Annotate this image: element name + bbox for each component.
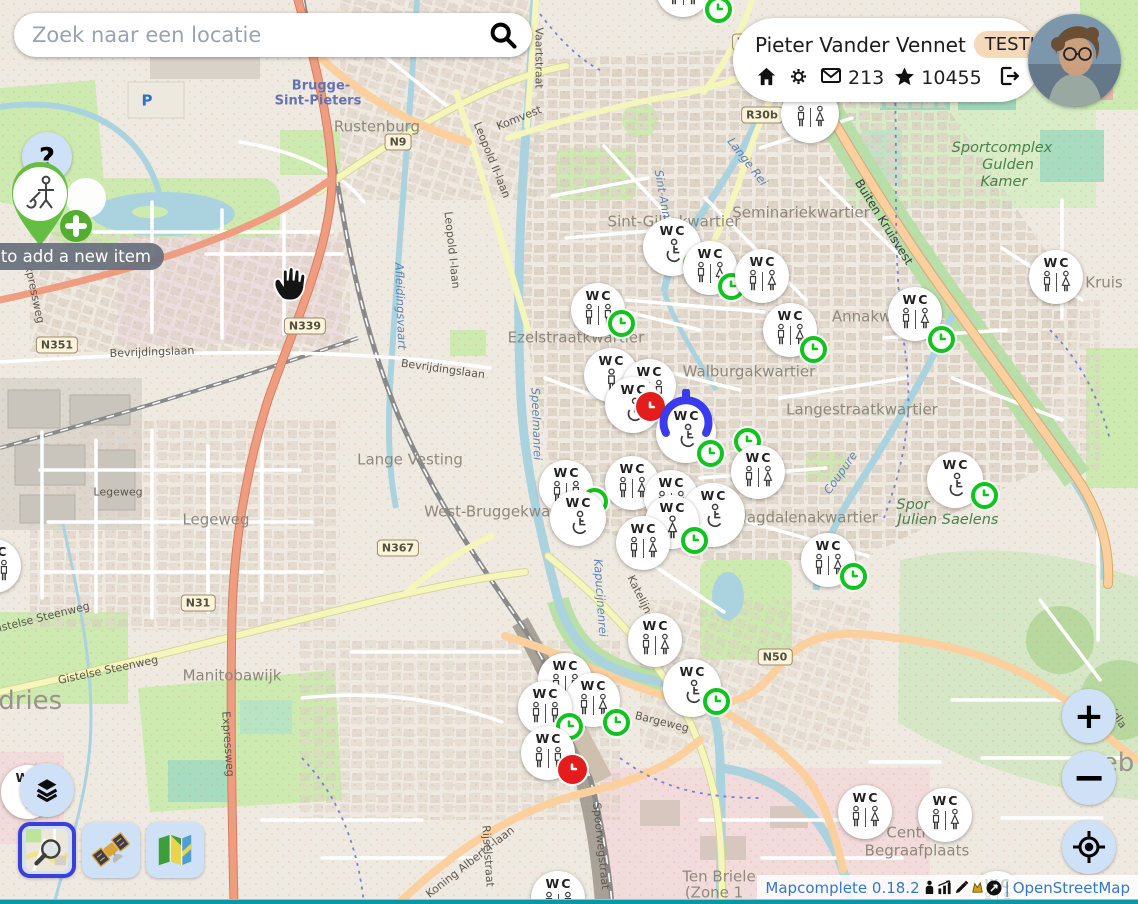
- mapcomplete-version-link[interactable]: Mapcomplete 0.18.2: [765, 879, 919, 897]
- wc-label: WC: [534, 731, 563, 746]
- folded-map-icon: [154, 829, 196, 871]
- home-icon[interactable]: [755, 65, 778, 92]
- search-input[interactable]: [14, 23, 488, 47]
- wc-label: WC: [531, 686, 560, 701]
- opening-hours-open-badge: [681, 527, 708, 554]
- toilet-map-pin[interactable]: WC: [550, 490, 606, 546]
- background-option-satellite[interactable]: [82, 822, 140, 878]
- toilet-map-pin[interactable]: WC: [735, 249, 789, 303]
- zoom-out-button[interactable]: −: [1062, 751, 1116, 805]
- wc-label: WC: [564, 495, 593, 510]
- user-name[interactable]: Pieter Vander Vennet: [755, 33, 966, 57]
- wc-label: WC: [584, 288, 613, 303]
- wc-label: WC: [748, 254, 777, 269]
- zoom-in-button[interactable]: +: [1062, 689, 1116, 743]
- wc-label: WC: [618, 461, 647, 476]
- background-layer-chooser: [18, 822, 204, 878]
- satellite-icon: [90, 829, 132, 871]
- opening-hours-open-badge: [608, 310, 635, 337]
- wc-label: WC: [941, 457, 970, 472]
- openstreetmap-link[interactable]: OpenStreetMap: [1013, 879, 1130, 897]
- toilet-map-pin[interactable]: WC: [656, 0, 710, 17]
- wc-label: WC: [544, 876, 573, 891]
- toilet-map-pin[interactable]: WC: [616, 516, 670, 570]
- wc-label: WC: [597, 353, 626, 368]
- wc-label: WC: [1042, 255, 1071, 270]
- wc-label: WC: [696, 246, 725, 261]
- opening-hours-open-badge: [840, 563, 867, 590]
- wc-label: WC: [658, 500, 687, 515]
- search-icon[interactable]: [488, 20, 518, 50]
- opening-hours-closed-badge: [558, 755, 587, 784]
- toilet-map-pin[interactable]: WC: [918, 788, 972, 842]
- changeset-star-icon[interactable]: [893, 65, 916, 92]
- background-option-map[interactable]: [146, 822, 204, 878]
- background-option-osm[interactable]: [18, 822, 76, 878]
- toilet-map-pin[interactable]: WC: [0, 539, 21, 593]
- selected-pin-arc: [656, 389, 716, 445]
- messages-envelope-icon[interactable]: [819, 64, 843, 92]
- opening-hours-open-badge: [705, 0, 732, 23]
- zoom-out-label: −: [1072, 755, 1106, 801]
- geolocate-crosshair-icon: [1071, 829, 1107, 865]
- wc-label: WC: [901, 292, 930, 307]
- wc-label: WC: [931, 793, 960, 808]
- wc-label: WC: [579, 678, 608, 693]
- wc-label: WC: [699, 488, 728, 503]
- toilet-map-pin[interactable]: WC: [731, 445, 785, 499]
- wc-label: WC: [552, 465, 581, 480]
- wc-label: WC: [851, 790, 880, 805]
- logout-icon[interactable]: [997, 64, 1021, 92]
- toilet-map-pin[interactable]: WC: [1029, 250, 1083, 304]
- wc-label: WC: [776, 308, 805, 323]
- contributor-icon: [923, 880, 936, 895]
- attribution-separator: |: [1005, 879, 1010, 897]
- message-count: 213: [848, 67, 884, 89]
- geolocate-button[interactable]: [1062, 820, 1116, 874]
- user-avatar[interactable]: [1028, 14, 1121, 107]
- toilet-map-pin[interactable]: WC: [628, 613, 682, 667]
- map-markers-layer: WC WC WC WC WC WC WC WC WC WC WC WC WC WC WC WC WC WC WC WC…: [0, 0, 1138, 904]
- opening-hours-open-badge: [800, 336, 827, 363]
- location-search-bar[interactable]: [14, 13, 532, 57]
- osm-map-icon: [26, 829, 68, 871]
- wc-label: WC: [678, 664, 707, 679]
- zoom-in-label: +: [1074, 696, 1104, 737]
- statistics-icon: [937, 880, 953, 895]
- mapcomplete-app: N9N339N351N367N31N376R30bN50Brugge-Sint-…: [0, 0, 1138, 904]
- user-panel: Pieter Vander Vennet TESTING 213 10455: [733, 18, 1041, 102]
- wc-label: WC: [629, 521, 658, 536]
- pencil-icon: [954, 880, 969, 895]
- add-item-tooltip: re to add a new item: [0, 243, 164, 270]
- wc-label: WC: [0, 544, 8, 559]
- toilet-map-pin[interactable]: WC: [838, 785, 892, 839]
- opening-hours-open-badge: [971, 482, 998, 509]
- changeset-count: 10455: [921, 67, 981, 89]
- wc-label: WC: [744, 450, 773, 465]
- bottom-accent-bar: [0, 899, 1138, 904]
- wc-label: WC: [657, 475, 686, 490]
- layers-button[interactable]: [20, 763, 74, 817]
- wc-label: WC: [551, 658, 580, 673]
- settings-gear-icon[interactable]: [787, 65, 810, 92]
- hand-cursor-icon: [270, 263, 310, 309]
- wc-label: WC: [658, 223, 687, 238]
- opening-hours-open-badge: [928, 326, 955, 353]
- opening-hours-open-badge: [703, 688, 730, 715]
- wc-label: WC: [814, 538, 843, 553]
- layers-icon: [30, 773, 64, 807]
- donate-icon: [970, 880, 985, 895]
- attribution-icons[interactable]: [923, 880, 1002, 896]
- mastodon-circle-icon: [986, 880, 1002, 896]
- opening-hours-open-badge: [603, 709, 630, 736]
- wc-label: WC: [641, 618, 670, 633]
- attribution-bar: Mapcomplete 0.18.2 | OpenStreetMap: [757, 875, 1138, 900]
